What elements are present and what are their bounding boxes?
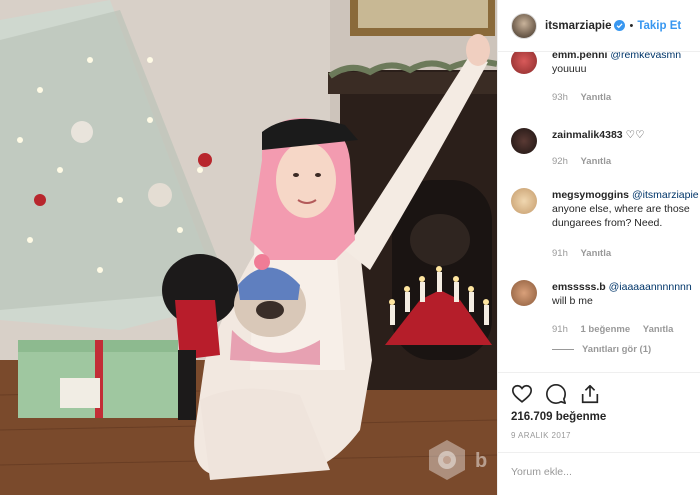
comment-time: 91h	[552, 248, 568, 259]
heart-icon[interactable]	[511, 383, 533, 405]
comment-text: emsssss.b @iaaaaannnnnnn will b me	[552, 280, 700, 308]
commenter-username[interactable]: emm.penni	[552, 52, 607, 61]
follow-button[interactable]: Takip Et	[637, 20, 681, 32]
photo-illustration	[0, 0, 497, 495]
comment-time: 93h	[552, 92, 568, 103]
reply-button[interactable]: Yanıtla	[581, 92, 612, 103]
reply-button[interactable]: Yanıtla	[581, 156, 612, 167]
header-separator: •	[629, 19, 634, 32]
action-icons	[511, 383, 601, 405]
author-avatar[interactable]	[511, 12, 537, 39]
reply-button[interactable]: Yanıtla	[643, 324, 674, 335]
comment-text: emm.penni @remkevasmn youuuu	[552, 52, 700, 76]
comment-content: ♡♡	[625, 129, 645, 141]
commenter-avatar[interactable]	[511, 128, 537, 154]
post-sidebar: itsmarziapie • Takip Et emm.penni @remke…	[497, 0, 700, 495]
add-comment-bar	[498, 452, 700, 495]
author-username[interactable]: itsmarziapie	[545, 20, 611, 32]
comment-meta: 92h Yanıtla	[552, 156, 621, 167]
like-count[interactable]: 216.709 beğenme	[511, 411, 606, 423]
comment-mention[interactable]: @itsmarziapie	[632, 189, 699, 201]
add-comment-input[interactable]	[511, 466, 691, 478]
replies-divider	[552, 348, 574, 350]
comment-icon[interactable]	[545, 383, 567, 405]
comment-likes[interactable]: 1 beğenme	[581, 324, 631, 335]
commenter-avatar[interactable]	[511, 52, 537, 74]
commenter-avatar[interactable]	[511, 280, 537, 306]
comment-content: anyone else, where are those dungarees f…	[552, 203, 690, 229]
watermark: b	[425, 438, 497, 483]
comment-time: 92h	[552, 156, 568, 167]
post-actions: 216.709 beğenme 9 ARALIK 2017	[498, 372, 700, 452]
commenter-username[interactable]: emsssss.b	[552, 281, 606, 293]
instagram-post: b itsmarziapie • Takip Et emm.penni @rem…	[0, 0, 700, 495]
post-date[interactable]: 9 ARALIK 2017	[511, 431, 571, 440]
view-replies-button[interactable]: Yanıtları gör (1)	[552, 344, 651, 355]
post-photo[interactable]: b	[0, 0, 497, 495]
watermark-text: b	[475, 450, 488, 472]
comment-time: 91h	[552, 324, 568, 335]
comment-mention[interactable]: @remkevasmn	[610, 52, 681, 61]
comment-mention[interactable]: @iaaaaannnnnnn	[609, 281, 692, 293]
comment-list[interactable]: emm.penni @remkevasmn youuuu 93h Yanıtla…	[498, 52, 700, 372]
comment-meta: 91h Yanıtla	[552, 248, 621, 259]
comment-text: megsymoggins @itsmarziapie anyone else, …	[552, 188, 700, 230]
comment-content: youuuu	[552, 63, 587, 75]
share-icon[interactable]	[579, 383, 601, 405]
comment-text: zainmalik4383 ♡♡	[552, 128, 700, 142]
comment-content: will b me	[552, 295, 593, 307]
comment-meta: 93h Yanıtla	[552, 92, 621, 103]
commenter-avatar[interactable]	[511, 188, 537, 214]
comment-meta: 91h 1 beğenme Yanıtla	[552, 324, 683, 335]
reply-button[interactable]: Yanıtla	[581, 248, 612, 259]
commenter-username[interactable]: zainmalik4383	[552, 129, 623, 141]
watermark-logo-icon	[429, 440, 465, 480]
commenter-username[interactable]: megsymoggins	[552, 189, 629, 201]
view-replies-label: Yanıtları gör (1)	[582, 344, 652, 355]
post-header: itsmarziapie • Takip Et	[498, 0, 700, 52]
verified-badge-icon	[614, 20, 626, 31]
